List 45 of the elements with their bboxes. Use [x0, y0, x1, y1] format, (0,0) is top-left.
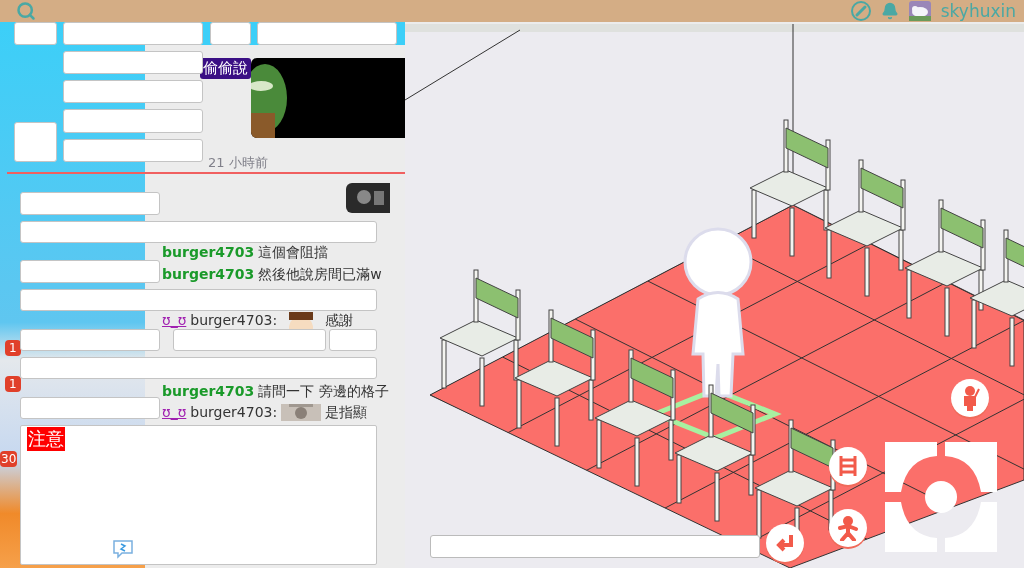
- notice-box[interactable]: 注意: [20, 425, 377, 565]
- input-field[interactable]: [210, 22, 251, 45]
- input-field[interactable]: [20, 289, 377, 311]
- message-text: 請問一下 旁邊的格子: [258, 383, 389, 400]
- bell-icon[interactable]: [880, 2, 899, 20]
- running-figure-icon: [836, 515, 860, 541]
- input-field[interactable]: [14, 122, 57, 162]
- user-name[interactable]: burger4703:: [190, 312, 278, 329]
- input-field[interactable]: [20, 221, 377, 243]
- notice-label: 注意: [27, 427, 65, 451]
- input-field[interactable]: [63, 51, 203, 74]
- user-name[interactable]: burger4703: [162, 244, 255, 261]
- whisper-tag: 偷偷說: [200, 58, 251, 79]
- count-badge: 30: [0, 451, 18, 467]
- input-field[interactable]: [20, 329, 160, 351]
- input-field[interactable]: [20, 192, 160, 215]
- input-field[interactable]: [20, 357, 377, 379]
- count-badge: 1: [5, 340, 21, 356]
- input-field[interactable]: [63, 80, 203, 103]
- emote-link[interactable]: ʊ_ʊ: [162, 404, 187, 421]
- message-text: 然後他說房間已滿w: [258, 266, 382, 283]
- ladder-icon: [838, 455, 858, 477]
- input-field[interactable]: [329, 329, 377, 351]
- emote-link[interactable]: ʊ_ʊ: [162, 312, 187, 329]
- input-field[interactable]: [20, 397, 160, 419]
- input-field[interactable]: [63, 22, 203, 45]
- input-field[interactable]: [14, 22, 57, 45]
- input-field[interactable]: [63, 109, 203, 133]
- input-field[interactable]: [63, 139, 203, 162]
- message-text: 這個會阻擋: [258, 244, 329, 261]
- direction-pad[interactable]: [883, 440, 999, 554]
- message-text: 感謝: [325, 312, 354, 329]
- input-field[interactable]: [20, 260, 160, 283]
- search-icon[interactable]: [16, 1, 36, 21]
- speech-bubble-icon[interactable]: [111, 539, 134, 559]
- count-badge: 1: [5, 376, 21, 392]
- input-field[interactable]: [173, 329, 326, 351]
- return-arrow-icon: [775, 533, 795, 553]
- input-field[interactable]: [257, 22, 397, 45]
- timestamp: 21 小時前: [208, 155, 269, 171]
- user-name[interactable]: burger4703: [162, 266, 255, 283]
- chat-input-field[interactable]: [430, 535, 760, 558]
- user-name[interactable]: burger4703:: [190, 404, 278, 421]
- message-text: 是指顯: [325, 404, 368, 421]
- user-name[interactable]: burger4703: [162, 383, 255, 400]
